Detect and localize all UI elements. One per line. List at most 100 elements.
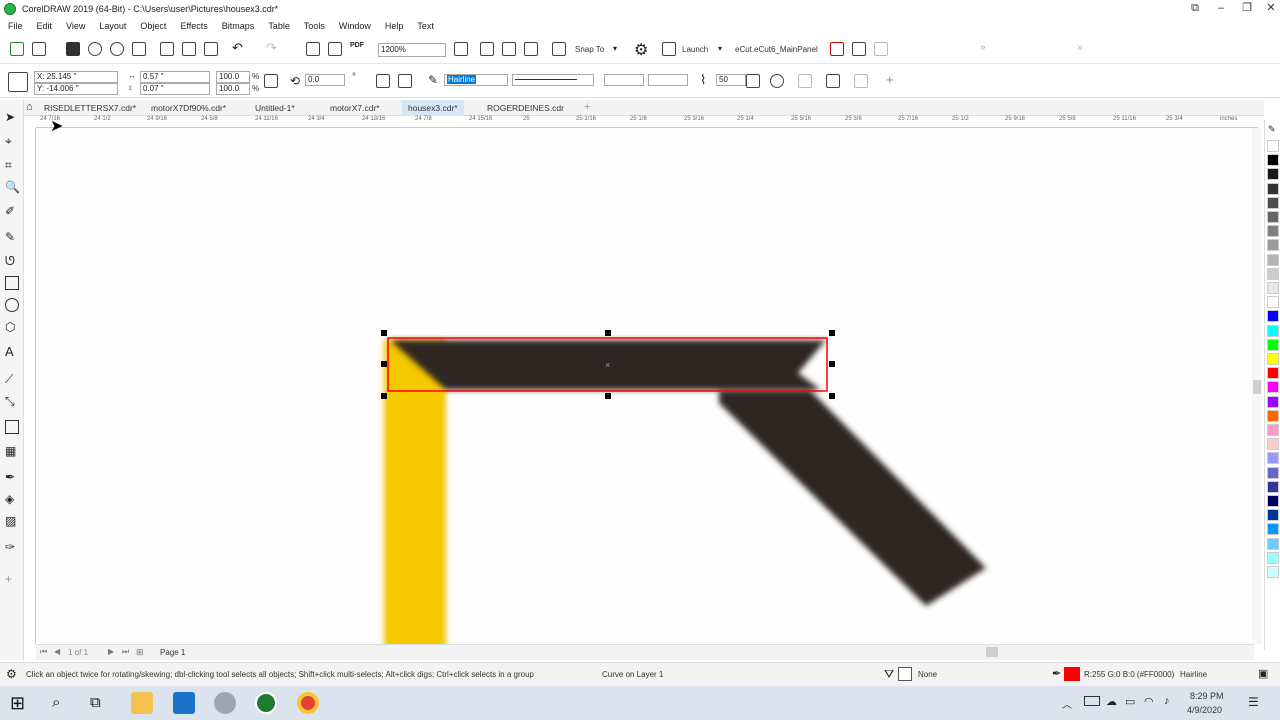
tab-motorx7df90[interactable]: motorX7Df90%.cdr* (145, 100, 232, 116)
menu-table[interactable]: Table (268, 21, 290, 31)
guidelines-icon[interactable] (524, 42, 538, 56)
color-swatch[interactable] (1267, 154, 1279, 167)
ellipse-tool-icon[interactable] (5, 298, 19, 312)
connector-tool-icon[interactable]: ⤡ (5, 394, 19, 408)
distribute-icon[interactable] (854, 74, 868, 88)
zoom-tool-icon[interactable]: 🔍 (5, 180, 20, 194)
color-swatch[interactable] (1267, 196, 1279, 209)
eyedropper-tool-icon[interactable]: ✒ (5, 470, 19, 484)
corel-app-icon[interactable] (173, 692, 195, 714)
app-icon[interactable] (214, 692, 236, 714)
selection-handle[interactable] (829, 330, 835, 336)
zoom-level-select[interactable]: 1200% (378, 43, 446, 57)
color-swatch[interactable] (1267, 282, 1279, 294)
outline-color-swatch[interactable] (1064, 667, 1080, 681)
share-icon[interactable] (110, 42, 124, 56)
print-icon[interactable] (132, 42, 146, 56)
publish-pdf-icon[interactable]: PDF (350, 42, 364, 49)
add-tool-icon[interactable]: + (5, 572, 19, 586)
task-view-icon[interactable]: ⧉ (90, 694, 101, 711)
settings-gear-icon[interactable]: ⚙ (6, 667, 17, 681)
disabled-tool-icon[interactable] (874, 42, 888, 56)
smoothing-field[interactable]: 50 (716, 74, 746, 86)
selection-handle[interactable] (381, 330, 387, 336)
interactive-fill-icon[interactable]: ◈ (5, 492, 19, 506)
chevron-down-icon[interactable]: ▾ (718, 44, 722, 53)
maximize-button[interactable]: ❐ (1234, 0, 1260, 18)
overflow-chevron-icon[interactable]: » (1077, 42, 1083, 53)
rotation-field[interactable]: 0.0 (305, 74, 345, 86)
notification-icon[interactable]: ☰ (1248, 695, 1259, 709)
page-prev-icon[interactable]: ◀ (54, 647, 60, 656)
chevron-down-icon[interactable]: ▾ (613, 44, 617, 53)
scale-y-field[interactable]: 100.0 (216, 83, 250, 95)
color-swatch[interactable] (1267, 381, 1279, 394)
outline-width-select[interactable]: Hairline (444, 74, 508, 86)
plus-icon[interactable] (746, 74, 760, 88)
menu-view[interactable]: View (66, 21, 85, 31)
wrap-text-icon[interactable] (770, 74, 784, 88)
windows-start-icon[interactable]: ⊞ (10, 693, 25, 714)
copy-icon[interactable] (182, 42, 196, 56)
color-swatch[interactable] (1267, 353, 1279, 365)
color-swatch[interactable] (1267, 367, 1279, 380)
color-proof-icon[interactable]: ▣ (1258, 667, 1268, 680)
gear-icon[interactable]: ⚙ (634, 40, 648, 60)
open-icon[interactable] (32, 42, 46, 56)
tab-rogerdeines[interactable]: ROGERDEINES.cdr (481, 100, 570, 116)
y-position-field[interactable]: Y: -14.006 " (34, 83, 118, 95)
restore-small-icon[interactable]: ⧉ (1182, 0, 1208, 18)
page-first-icon[interactable]: ⏮ (40, 647, 47, 657)
color-swatch[interactable] (1267, 409, 1279, 422)
new-document-icon[interactable] (10, 42, 24, 56)
color-swatch[interactable] (1267, 338, 1279, 351)
mirror-horizontal-icon[interactable] (376, 74, 390, 88)
mirror-vertical-icon[interactable] (398, 74, 412, 88)
color-swatch[interactable] (1267, 239, 1279, 252)
no-fill-swatch-icon[interactable] (898, 667, 912, 681)
roof-slope-shape[interactable] (719, 390, 986, 606)
volume-icon[interactable]: ♪ (1164, 695, 1170, 707)
color-swatch[interactable] (1267, 537, 1279, 550)
crop-tool-icon[interactable]: ⌗ (5, 158, 19, 172)
color-swatch[interactable] (1267, 523, 1279, 536)
color-swatch[interactable] (1267, 310, 1279, 323)
macro-tool-icon[interactable] (830, 42, 844, 56)
rulers-icon[interactable] (480, 42, 494, 56)
vertical-scroll-thumb[interactable] (1253, 380, 1261, 394)
color-swatch[interactable] (1267, 395, 1279, 408)
snap-to-dropdown[interactable]: Snap To (575, 45, 604, 54)
menu-tools[interactable]: Tools (304, 21, 325, 31)
color-swatch[interactable] (1267, 225, 1279, 238)
freehand-tool-icon[interactable]: ✎ (5, 230, 19, 244)
horizontal-ruler[interactable]: 24 7/16 24 1/2 24 9/16 24 5/8 24 11/16 24 3/4… (36, 116, 1258, 128)
redo-icon[interactable]: ↷ (266, 40, 277, 56)
color-swatch[interactable] (1267, 480, 1279, 493)
parallel-dimension-icon[interactable]: ⟋ (5, 372, 19, 386)
tab-motorx7[interactable]: motorX7.cdr* (324, 100, 386, 116)
battery-icon[interactable] (1084, 696, 1100, 706)
export-icon[interactable] (328, 42, 342, 56)
lock-ratio-icon[interactable] (264, 74, 278, 88)
start-arrowhead-select[interactable] (604, 74, 644, 86)
full-screen-icon[interactable] (454, 42, 468, 56)
selection-handle[interactable] (381, 393, 387, 399)
color-swatch[interactable] (1267, 495, 1279, 507)
color-swatch[interactable] (1267, 182, 1279, 195)
tab-risedletters[interactable]: RISEDLETTERSX7.cdr* (38, 100, 142, 116)
undo-icon[interactable]: ↶ (232, 40, 243, 56)
color-swatch[interactable] (1267, 566, 1279, 578)
tab-housex3[interactable]: housex3.cdr* (402, 100, 464, 116)
end-arrowhead-select[interactable] (648, 74, 688, 86)
outline-pen-status-icon[interactable]: ✒ (1052, 667, 1061, 680)
file-explorer-icon[interactable] (131, 692, 153, 714)
line-style-select[interactable] (512, 74, 594, 86)
align-icon[interactable] (826, 74, 840, 88)
close-button[interactable]: ✕ (1258, 0, 1280, 18)
add-page-icon[interactable]: ⊞ (136, 647, 144, 658)
taskbar-search-icon[interactable]: ⌕ (52, 694, 60, 711)
calendar-icon[interactable] (852, 42, 866, 56)
selection-handle[interactable] (381, 361, 387, 367)
color-swatch[interactable] (1267, 424, 1279, 436)
grid-icon[interactable] (502, 42, 516, 56)
